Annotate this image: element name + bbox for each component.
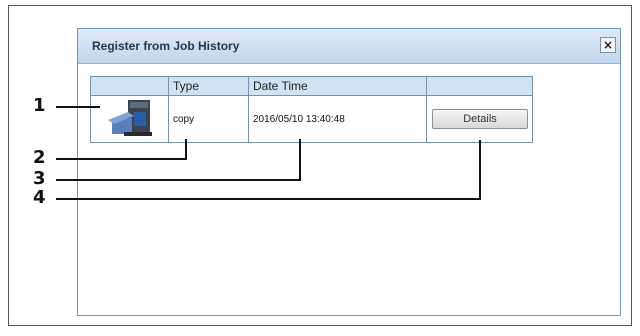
- callout-number-1: 1: [33, 95, 46, 116]
- callout-number-2: 2: [33, 147, 46, 168]
- callout-number-4: 4: [33, 187, 46, 208]
- callout-line-2: [56, 139, 187, 160]
- callout-line-4: [56, 140, 481, 200]
- callout-lines: [56, 106, 481, 200]
- callout-number-3: 3: [33, 168, 46, 189]
